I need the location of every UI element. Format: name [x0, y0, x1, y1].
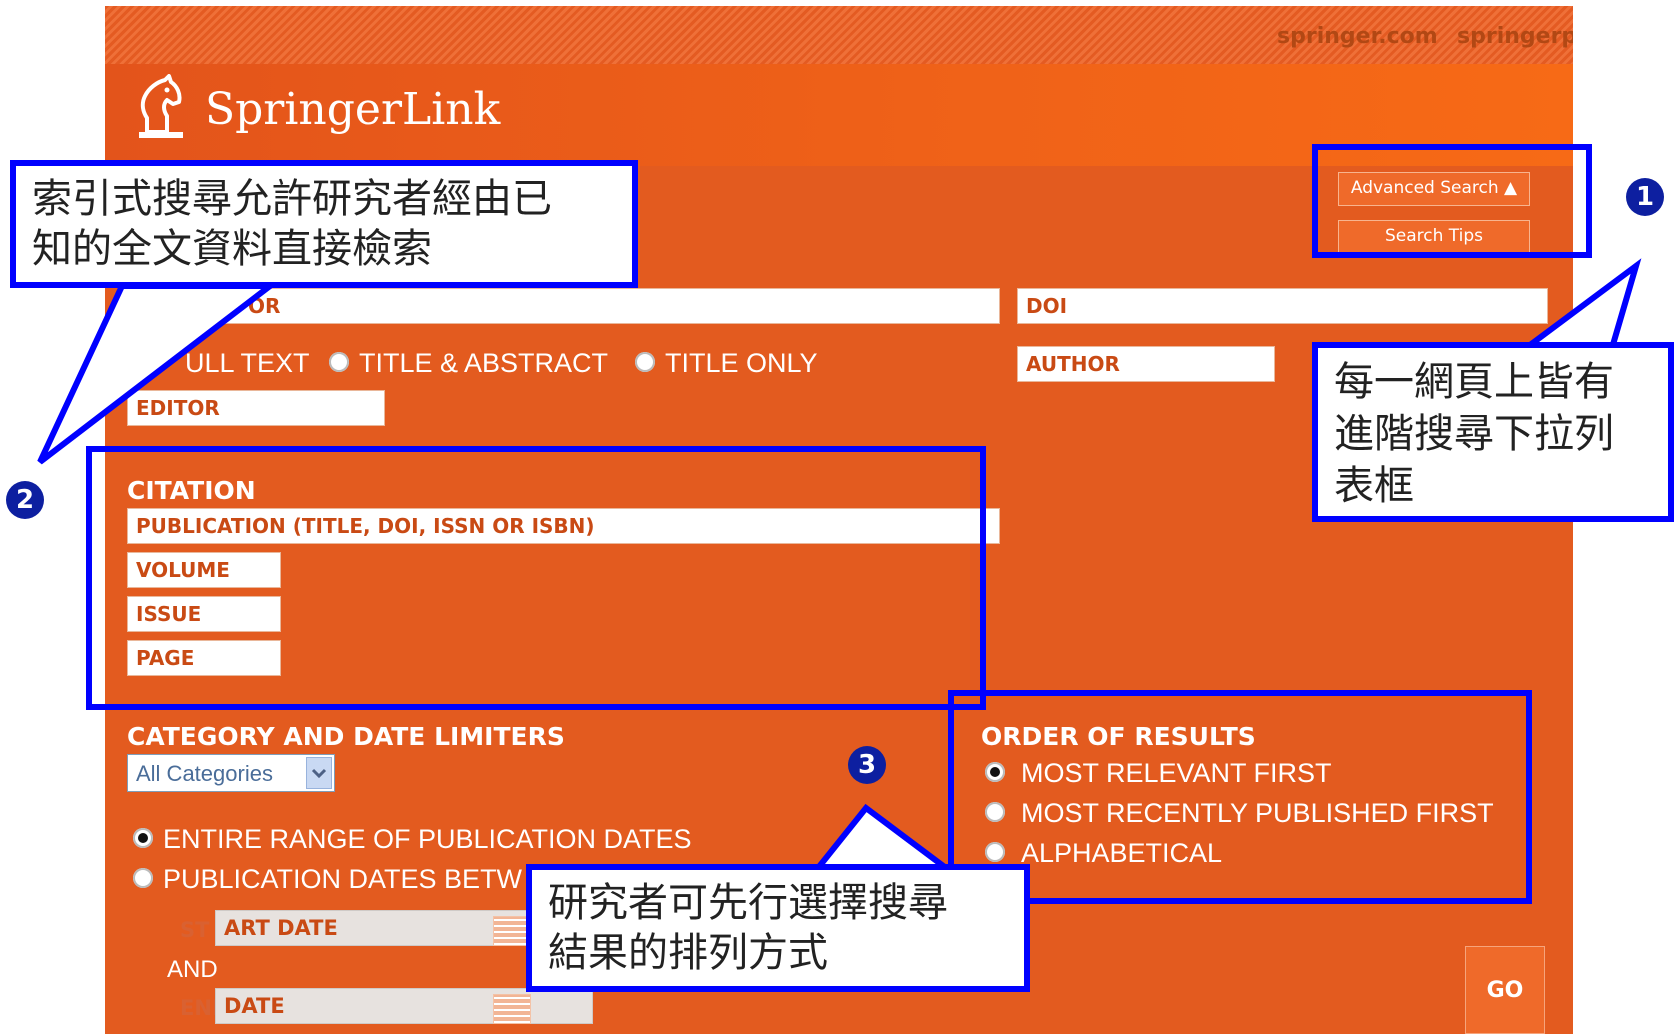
- callout-3-tail: [811, 803, 955, 871]
- callout-2-line-2: 知的全文資料直接檢索: [32, 226, 432, 272]
- callout-2-line-1: 索引式搜尋允許研究者經由已: [32, 176, 552, 222]
- callout-1: 每一網頁上皆有 進階搜尋下拉列 表框: [1312, 342, 1674, 522]
- marker-1: 1: [1626, 178, 1664, 216]
- callout-3-line-2: 結果的排列方式: [548, 930, 828, 976]
- callout-3-line-1: 研究者可先行選擇搜尋: [548, 880, 948, 926]
- callout-2-tail: [37, 283, 279, 465]
- callout-3: 研究者可先行選擇搜尋 結果的排列方式: [526, 864, 1030, 992]
- callout-1-tail: [1516, 258, 1642, 351]
- callout-1-line-1: 每一網頁上皆有: [1334, 359, 1614, 405]
- callout-1-line-2: 進階搜尋下拉列: [1334, 411, 1614, 457]
- marker-2: 2: [6, 481, 44, 519]
- marker-3: 3: [848, 746, 886, 784]
- callout-1-line-3: 表框: [1334, 463, 1414, 509]
- callout-2: 索引式搜尋允許研究者經由已 知的全文資料直接檢索: [10, 160, 638, 288]
